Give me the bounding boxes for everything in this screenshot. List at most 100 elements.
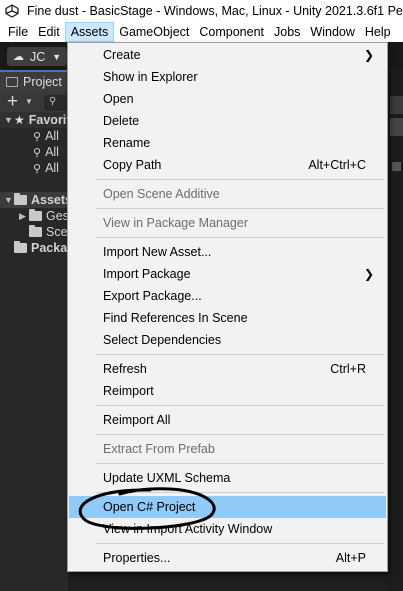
account-dropdown[interactable]: ☁ JC ▼ xyxy=(7,47,67,66)
tree-item-assets[interactable]: ▼ Assets xyxy=(4,192,72,208)
project-toolbar: + ▼ ⚲ xyxy=(0,91,68,114)
menu-item-label: Find References In Scene xyxy=(103,311,248,325)
menu-item-label: Update UXML Schema xyxy=(103,471,231,485)
account-label: JC xyxy=(30,49,46,64)
menu-jobs[interactable]: Jobs xyxy=(269,22,305,42)
folder-icon xyxy=(29,209,42,221)
unity-logo-icon xyxy=(5,4,19,18)
folder-tab-icon xyxy=(6,77,18,87)
menu-item-copy-path[interactable]: Copy Path Alt+Ctrl+C xyxy=(69,154,386,176)
shortcut-label: Alt+Ctrl+C xyxy=(308,158,366,172)
menu-item-label: Open xyxy=(103,92,134,106)
star-icon: ★ xyxy=(14,113,25,127)
tree-item-all-models[interactable]: ⚲ All xyxy=(33,144,59,160)
menu-edit[interactable]: Edit xyxy=(33,22,65,42)
menu-item-open-scene-additive: Open Scene Additive xyxy=(69,183,386,205)
menu-item-label: Reimport xyxy=(103,384,154,398)
menu-item-reimport-all[interactable]: Reimport All xyxy=(69,409,386,431)
submenu-arrow-icon: ❯ xyxy=(363,267,374,281)
menu-item-extract-from-prefab: Extract From Prefab xyxy=(69,438,386,460)
panel-tab-stub[interactable] xyxy=(390,118,403,136)
menu-item-refresh[interactable]: Refresh Ctrl+R xyxy=(69,358,386,380)
menu-item-find-references-in-scene[interactable]: Find References In Scene xyxy=(69,307,386,329)
menu-item-import-new-asset[interactable]: Import New Asset... xyxy=(69,241,386,263)
menu-item-select-dependencies[interactable]: Select Dependencies xyxy=(69,329,386,351)
tab-project-label: Project xyxy=(23,75,62,89)
menu-item-show-in-explorer[interactable]: Show in Explorer xyxy=(69,66,386,88)
menu-file[interactable]: File xyxy=(0,22,33,42)
cloud-icon: ☁ xyxy=(13,51,24,63)
menu-separator xyxy=(96,237,384,238)
tree-item-all-materials[interactable]: ⚲ All xyxy=(33,128,59,144)
menu-item-rename[interactable]: Rename xyxy=(69,132,386,154)
shortcut-label: Alt+P xyxy=(335,551,366,565)
search-input[interactable]: ⚲ xyxy=(44,95,68,111)
menu-item-properties[interactable]: Properties... Alt+P xyxy=(69,547,386,569)
menu-item-label: View in Import Activity Window xyxy=(103,522,273,536)
menu-item-delete[interactable]: Delete xyxy=(69,110,386,132)
menu-item-label: Export Package... xyxy=(103,289,202,303)
shortcut-label: Ctrl+R xyxy=(330,362,366,376)
chevron-down-icon: ▼ xyxy=(52,51,62,62)
tree-item-label: Assets xyxy=(31,193,72,207)
tree-item-all-prefabs[interactable]: ⚲ All xyxy=(33,160,59,176)
submenu-arrow-icon: ❯ xyxy=(363,48,374,62)
menu-item-label: Create xyxy=(103,48,141,62)
menu-separator xyxy=(96,405,384,406)
menu-separator xyxy=(96,543,384,544)
project-panel: Project + ▼ ⚲ ▼ ★ Favorites ⚲ All ⚲ All … xyxy=(0,70,97,591)
search-icon: ⚲ xyxy=(33,162,42,175)
menu-item-label: Extract From Prefab xyxy=(103,442,215,456)
tree-item-label: All xyxy=(45,129,59,143)
menu-item-label: Delete xyxy=(103,114,140,128)
inspector-edge xyxy=(388,70,403,591)
menu-help[interactable]: Help xyxy=(360,22,396,42)
panel-tab-stub[interactable] xyxy=(390,96,403,114)
menu-item-label: Open Scene Additive xyxy=(103,187,220,201)
panel-handle[interactable] xyxy=(392,162,401,171)
menu-item-open[interactable]: Open xyxy=(69,88,386,110)
menu-item-open-csharp-project[interactable]: Open C# Project xyxy=(69,496,386,518)
add-icon[interactable]: + xyxy=(7,91,18,113)
menu-gameobject[interactable]: GameObject xyxy=(114,22,194,42)
menu-window[interactable]: Window xyxy=(305,22,359,42)
menu-item-export-package[interactable]: Export Package... xyxy=(69,285,386,307)
tree-item-label: All xyxy=(45,161,59,175)
search-icon: ⚲ xyxy=(33,130,42,143)
tab-project[interactable]: Project xyxy=(0,70,68,92)
chevron-down-icon[interactable]: ▼ xyxy=(25,97,33,106)
menu-separator xyxy=(96,208,384,209)
menu-item-label: Copy Path xyxy=(103,158,162,172)
menu-separator xyxy=(96,492,384,493)
menu-item-update-uxml-schema[interactable]: Update UXML Schema xyxy=(69,467,386,489)
folder-icon xyxy=(14,193,27,205)
menu-item-reimport[interactable]: Reimport xyxy=(69,380,386,402)
menu-item-create[interactable]: Create ❯ xyxy=(69,44,386,66)
menu-item-label: Import New Asset... xyxy=(103,245,212,259)
menu-item-label: Properties... xyxy=(103,551,171,565)
menu-item-view-in-import-activity-window[interactable]: View in Import Activity Window xyxy=(69,518,386,540)
menu-component[interactable]: Component xyxy=(194,22,269,42)
menu-item-label: Reimport All xyxy=(103,413,171,427)
search-icon: ⚲ xyxy=(49,96,57,107)
menu-separator xyxy=(96,179,384,180)
expand-arrow-icon[interactable]: ▶ xyxy=(19,211,29,222)
expand-arrow-icon[interactable]: ▼ xyxy=(4,195,14,205)
menu-bar: File Edit Assets GameObject Component Jo… xyxy=(0,22,403,42)
folder-icon xyxy=(14,241,27,253)
menu-assets[interactable]: Assets xyxy=(64,22,115,42)
title-bar: Fine dust - BasicStage - Windows, Mac, L… xyxy=(0,0,403,22)
menu-separator xyxy=(96,354,384,355)
menu-item-import-package[interactable]: Import Package ❯ xyxy=(69,263,386,285)
menu-item-label: Rename xyxy=(103,136,151,150)
tree-item-label: All xyxy=(45,145,59,159)
menu-item-label: View in Package Manager xyxy=(103,216,248,230)
menu-item-label: Refresh xyxy=(103,362,147,376)
expand-arrow-icon[interactable]: ▼ xyxy=(4,115,14,125)
menu-item-view-in-package-manager: View in Package Manager xyxy=(69,212,386,234)
folder-icon xyxy=(29,225,42,237)
menu-item-label: Show in Explorer xyxy=(103,70,198,84)
menu-separator xyxy=(96,463,384,464)
menu-item-label: Import Package xyxy=(103,267,191,281)
window-title: Fine dust - BasicStage - Windows, Mac, L… xyxy=(27,4,403,18)
